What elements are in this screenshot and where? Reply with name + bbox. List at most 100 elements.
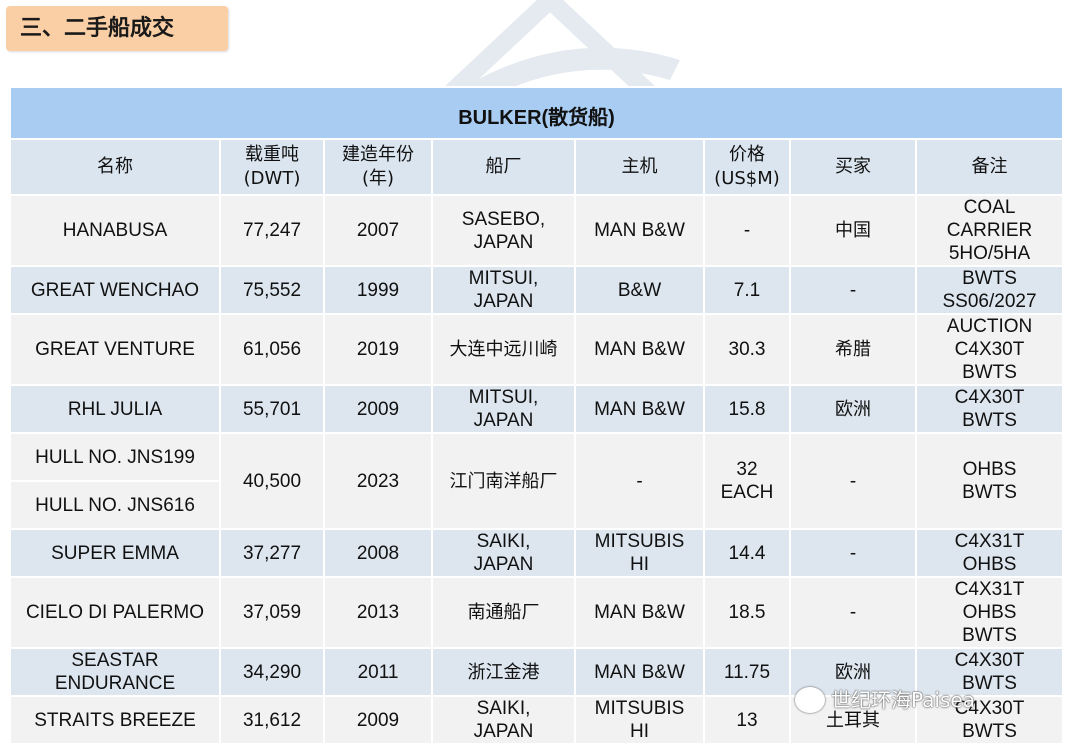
price-line: 14.4 <box>728 542 766 564</box>
header-sublabel: (US$M) <box>714 168 780 189</box>
remarks-line: COAL <box>963 197 1016 218</box>
buyer-line: 欧洲 <box>835 661 871 683</box>
build-year: 2009 <box>323 695 433 745</box>
price-line: 18.5 <box>728 602 766 623</box>
main-engine-line: - <box>636 470 643 492</box>
main-engine: MAN B&W <box>574 313 705 386</box>
build-year-line: 2023 <box>356 470 400 492</box>
remarks: C4X30T BWTS <box>914 647 1065 697</box>
price-line: 13 <box>736 709 758 731</box>
buyer-line: - <box>849 279 857 301</box>
build-year-line: 2011 <box>357 661 399 683</box>
main-engine: MAN B&W <box>574 576 705 649</box>
buyer: 中国 <box>789 194 917 267</box>
price: 13 <box>703 695 791 745</box>
header-yard: 船厂 <box>431 138 576 196</box>
table-row: GREAT WENCHAO 75,552 1999 MITSUI, JAPAN B&W 7.… <box>9 265 1065 315</box>
remarks: C4X30T BWTS <box>914 695 1065 745</box>
vessel-name-line: HANABUSA <box>62 220 168 241</box>
main-engine-line: HI <box>630 554 649 575</box>
price: 30.3 <box>703 313 791 386</box>
remarks-line: C4X30T <box>954 387 1025 408</box>
shipyard-line: JAPAN <box>473 231 534 253</box>
vessel-name-line: GREAT WENCHAO <box>30 279 200 301</box>
dwt-line: 37,277 <box>242 542 302 564</box>
header-label: 主机 <box>621 156 658 177</box>
header-name: 名称 <box>9 138 221 196</box>
table-row: SEASTAR ENDURANCE 34,290 2011 浙江金港 MAN B&W 11… <box>9 647 1065 697</box>
shipyard-line: 浙江金港 <box>467 661 540 683</box>
dwt-line: 77,247 <box>242 220 302 241</box>
price: 14.4 <box>703 528 791 578</box>
price-line: EACH <box>720 482 774 503</box>
build-year: 2011 <box>323 647 433 697</box>
buyer: 欧洲 <box>789 647 917 697</box>
main-engine-line: B&W <box>617 279 662 301</box>
dwt-line: 61,056 <box>242 339 302 360</box>
build-year: 2023 <box>323 432 433 530</box>
price: 11.75 <box>703 647 791 697</box>
shipyard-line: SAIKI, <box>476 531 531 552</box>
vessel-name-line: SUPER EMMA <box>51 542 179 564</box>
dwt: 75,552 <box>219 265 325 315</box>
build-year-line: 2013 <box>356 602 400 623</box>
vessel-name: HULL NO. JNS616 <box>9 480 221 530</box>
vessel-name: GREAT WENCHAO <box>9 265 221 315</box>
shipyard-line: SAIKI, <box>476 698 531 719</box>
vessel-name-line: CIELO DI PALERMO <box>25 602 205 623</box>
shipyard: SASEBO, JAPAN <box>431 194 576 267</box>
shipyard-line: MITSUI, <box>468 268 539 289</box>
remarks-line: BWTS <box>962 721 1017 742</box>
vessel-name: RHL JULIA <box>9 384 221 434</box>
buyer: - <box>789 265 917 315</box>
dwt-line: 31,612 <box>242 709 302 731</box>
vessel-name-line: STRAITS BREEZE <box>34 709 196 731</box>
build-year: 2019 <box>323 313 433 386</box>
remarks-line: CARRIER <box>946 220 1033 241</box>
buyer: - <box>789 576 917 649</box>
main-engine-line: MAN B&W <box>594 339 685 360</box>
dwt-line: 34,290 <box>242 661 302 683</box>
remarks-line: BWTS <box>962 673 1017 694</box>
remarks-line: BWTS <box>962 410 1017 431</box>
vessel-name: STRAITS BREEZE <box>9 695 221 745</box>
price: 7.1 <box>703 265 791 315</box>
shipyard: 浙江金港 <box>431 647 576 697</box>
build-year-line: 2009 <box>356 398 400 420</box>
table-row: HULL NO. JNS199 40,500 2023 江门南洋船厂 - 32 EACH - O… <box>9 432 1065 530</box>
header-label: 买家 <box>835 156 871 177</box>
shipyard: SAIKI, JAPAN <box>431 528 576 578</box>
table-row: HANABUSA 77,247 2007 SASEBO, JAPAN MAN B&W - 中国… <box>9 194 1065 267</box>
vessel-name: GREAT VENTURE <box>9 313 221 386</box>
vessel-name: SEASTAR ENDURANCE <box>9 647 221 697</box>
price-line: 7.1 <box>733 279 761 301</box>
buyer-line: 中国 <box>835 220 871 241</box>
header-label: 载重吨 <box>245 144 299 165</box>
buyer: - <box>789 432 917 530</box>
build-year: 2009 <box>323 384 433 434</box>
build-year-line: 2007 <box>356 220 400 241</box>
build-year: 1999 <box>323 265 433 315</box>
remarks-line: C4X30T <box>954 339 1025 360</box>
build-year-line: 2008 <box>356 542 400 564</box>
remarks: OHBS BWTS <box>914 432 1065 530</box>
buyer: - <box>789 528 917 578</box>
buyer-line: 土耳其 <box>826 709 880 731</box>
build-year-line: 1999 <box>356 279 400 301</box>
buyer-line: - <box>849 542 857 564</box>
dwt: 40,500 <box>219 432 325 530</box>
dwt: 77,247 <box>219 194 325 267</box>
header-remarks: 备注 <box>914 138 1065 196</box>
table-row: STRAITS BREEZE 31,612 2009 SAIKI, JAPAN MITSU… <box>9 695 1065 745</box>
remarks-line: BWTS <box>962 362 1017 383</box>
table-row: CIELO DI PALERMO 37,059 2013 南通船厂 MAN B&W 18.… <box>9 576 1065 649</box>
header-dwt: 载重吨 (DWT) <box>219 138 325 196</box>
shipyard-line: JAPAN <box>473 721 534 742</box>
header-price: 价格 (US$M) <box>703 138 791 196</box>
vessel-name-line: HULL NO. JNS616 <box>35 494 195 516</box>
buyer-line: - <box>849 602 857 623</box>
remarks: C4X30T BWTS <box>914 384 1065 434</box>
remarks-line: BWTS <box>962 482 1017 503</box>
dwt-line: 40,500 <box>242 470 302 492</box>
price-line: 30.3 <box>728 339 766 360</box>
